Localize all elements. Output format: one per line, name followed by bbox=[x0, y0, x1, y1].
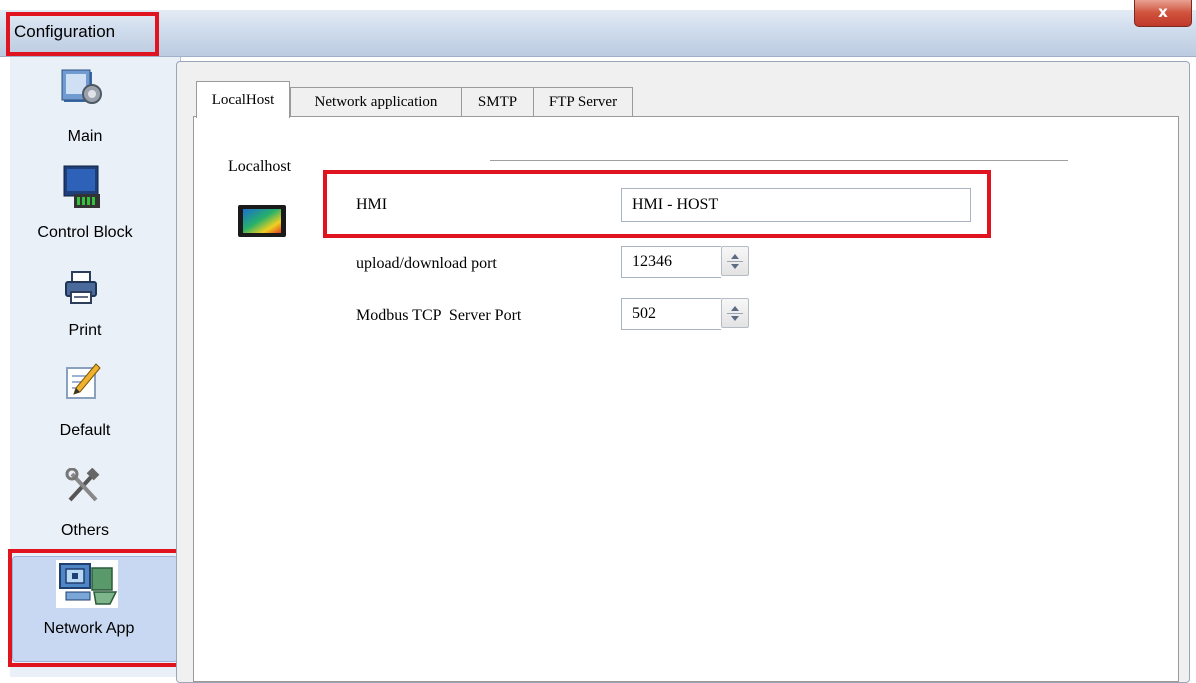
spin-up-icon[interactable] bbox=[731, 254, 739, 259]
tab-localhost[interactable]: LocalHost bbox=[196, 81, 290, 118]
spin-up-icon[interactable] bbox=[731, 306, 739, 311]
control-block-icon bbox=[63, 165, 100, 208]
localhost-group-label: Localhost bbox=[228, 158, 292, 175]
upload-download-port-label: upload/download port bbox=[356, 255, 497, 272]
close-button[interactable]: x bbox=[1134, 0, 1192, 27]
network-app-highlight-box bbox=[8, 549, 194, 667]
title-highlight-box bbox=[6, 12, 159, 56]
hmi-screen-icon bbox=[238, 205, 286, 237]
group-divider bbox=[490, 160, 1068, 162]
upload-port-spinner[interactable] bbox=[721, 246, 749, 276]
sidebar-item-label: Others bbox=[60, 522, 109, 539]
tab-ftp-server[interactable]: FTP Server bbox=[533, 87, 633, 116]
sidebar-item-label: Main bbox=[67, 128, 103, 145]
spin-down-icon[interactable] bbox=[731, 316, 739, 321]
upload-download-port-input[interactable]: 12346 bbox=[621, 246, 721, 278]
spin-divider bbox=[727, 261, 743, 262]
default-edit-icon bbox=[66, 363, 101, 399]
modbus-tcp-port-label: Modbus TCP Server Port bbox=[356, 307, 522, 324]
spin-down-icon[interactable] bbox=[731, 264, 739, 269]
printer-icon bbox=[65, 271, 97, 304]
sidebar-item-main[interactable]: Main bbox=[0, 64, 170, 154]
sidebar-item-control-block[interactable]: Control Block bbox=[0, 162, 170, 252]
sidebar-item-label: Print bbox=[68, 322, 102, 339]
modbus-tcp-port-input[interactable]: 502 bbox=[621, 298, 721, 330]
sidebar-item-label: Control Block bbox=[37, 224, 133, 241]
sidebar-item-others[interactable]: Others bbox=[0, 468, 170, 552]
sidebar-item-default[interactable]: Default bbox=[0, 362, 170, 452]
tab-network-application[interactable]: Network application bbox=[290, 87, 462, 116]
title-bar: Configuration bbox=[0, 10, 1196, 57]
main-icon bbox=[61, 69, 102, 104]
tools-icon bbox=[65, 468, 100, 502]
sidebar-item-print[interactable]: Print bbox=[0, 270, 170, 350]
tab-smtp[interactable]: SMTP bbox=[461, 87, 534, 116]
spin-divider bbox=[727, 313, 743, 314]
modbus-port-spinner[interactable] bbox=[721, 298, 749, 328]
sidebar-item-label: Default bbox=[59, 422, 111, 439]
hmi-highlight-box bbox=[323, 170, 991, 238]
